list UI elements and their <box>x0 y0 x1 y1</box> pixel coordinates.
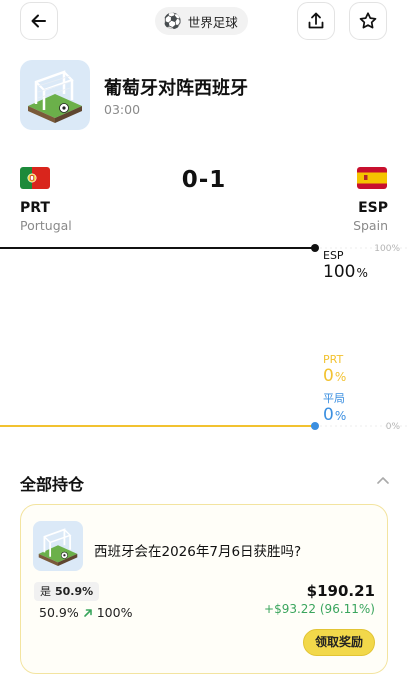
legend-name: PRT <box>323 353 343 366</box>
top-bar: ⚽ 世界足球 <box>0 0 408 44</box>
arrow-up-right-icon <box>83 608 92 617</box>
market-title: 葡萄牙对阵西班牙 <box>104 78 248 99</box>
spain-flag-icon <box>357 167 387 189</box>
home-team-code: PRT <box>20 200 50 216</box>
soccer-goal-icon <box>38 528 78 566</box>
legend-value: 0 <box>323 366 334 386</box>
positions-title: 全部持仓 <box>20 475 85 494</box>
soccer-goal-icon <box>28 70 82 123</box>
legend-unit: % <box>356 266 367 280</box>
series-end-dot <box>311 422 319 430</box>
share-upload-icon <box>308 12 324 29</box>
market-thumbnail <box>20 60 90 130</box>
position-question: 西班牙会在2026年7月6日获胜吗? <box>94 544 302 560</box>
away-team-code: ESP <box>358 200 388 216</box>
outcome-label: 是 <box>40 585 51 598</box>
legend-value: 100 <box>323 262 355 282</box>
position-card[interactable]: 西班牙会在2026年7月6日获胜吗? 是 50.9% 50.9% 100% $1… <box>20 504 388 674</box>
probability-chart: 100%0%ESP100 %PRT0 %平局0% <box>0 244 408 432</box>
match-score: 0-1 <box>181 167 227 193</box>
chevron-up-icon[interactable] <box>376 475 390 485</box>
share-button[interactable] <box>297 2 335 40</box>
legend-unit: % <box>335 370 346 384</box>
market-time: 03:00 <box>104 102 141 117</box>
legend-name: 平局 <box>323 392 345 405</box>
favorite-button[interactable] <box>349 2 387 40</box>
position-gain: +$93.22 (96.11%) <box>264 602 375 616</box>
back-button[interactable] <box>20 2 58 40</box>
outcome-price: 50.9% <box>55 585 94 598</box>
away-team-name: Spain <box>353 218 388 233</box>
position-thumbnail <box>33 521 83 571</box>
arrow-left-icon <box>31 14 46 28</box>
soccer-ball-icon: ⚽ <box>163 11 182 30</box>
star-outline-icon <box>359 12 377 29</box>
y-tick-label: 100% <box>374 244 400 254</box>
claim-reward-button[interactable]: 领取奖励 <box>302 629 375 656</box>
current-price: 100% <box>96 605 133 620</box>
category-label: 世界足球 <box>187 14 238 30</box>
category-pill[interactable]: ⚽ 世界足球 <box>155 7 248 35</box>
avg-price: 50.9% <box>39 605 79 620</box>
home-team-name: Portugal <box>20 218 72 233</box>
series-end-dot <box>311 244 319 252</box>
position-value: $190.21 <box>306 582 375 600</box>
legend-value: 0 <box>323 405 334 425</box>
y-tick-label: 0% <box>386 422 401 432</box>
price-change-row: 50.9% 100% <box>39 605 132 620</box>
legend-name: ESP <box>323 249 344 262</box>
outcome-badge: 是 50.9% <box>34 582 100 601</box>
legend-unit: % <box>335 409 346 423</box>
